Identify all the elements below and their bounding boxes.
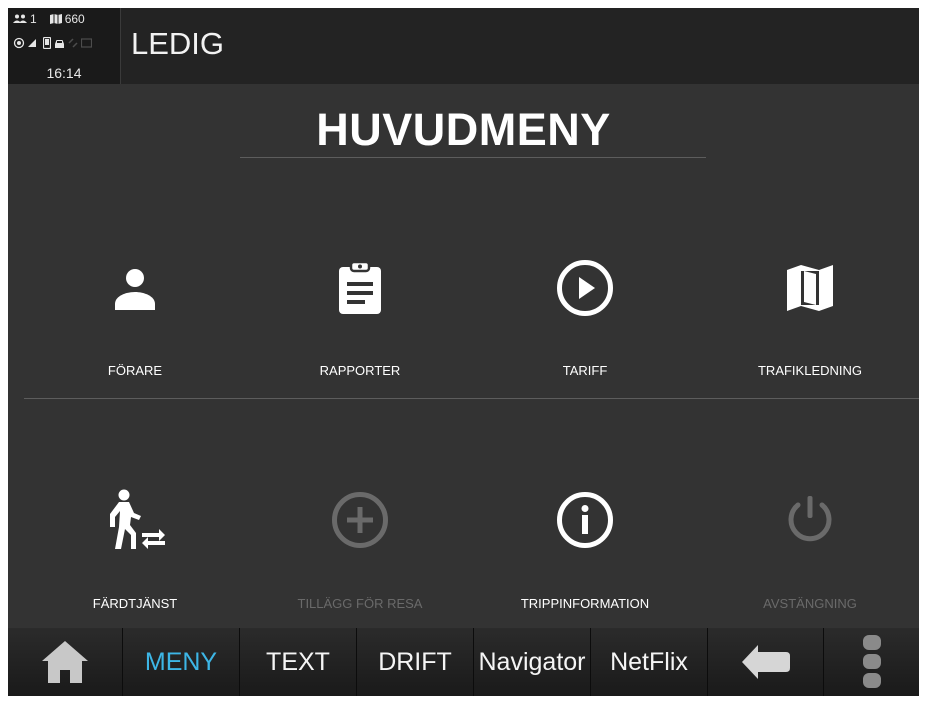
status-title: LEDIG bbox=[131, 26, 225, 61]
menu-item-label: TRAFIKLEDNING bbox=[757, 363, 862, 378]
map-icon bbox=[787, 265, 833, 311]
clock: 16:14 bbox=[46, 65, 82, 81]
status-indicators: 1 660 16:14 bbox=[8, 8, 121, 84]
info-circle-icon bbox=[557, 492, 613, 548]
title-divider bbox=[240, 157, 706, 158]
gps-icon bbox=[13, 37, 25, 49]
tab-text[interactable]: TEXT bbox=[240, 628, 357, 696]
menu-item-label: TILLÄGG FÖR RESA bbox=[297, 596, 423, 611]
page-title: HUVUDMENY bbox=[316, 104, 611, 155]
row-divider bbox=[24, 398, 919, 399]
phone-icon bbox=[43, 37, 51, 49]
status-row-icons bbox=[13, 37, 92, 49]
tab-navigator[interactable]: Navigator bbox=[474, 628, 591, 696]
back-button[interactable] bbox=[708, 628, 824, 696]
person-icon bbox=[115, 269, 155, 310]
menu-item-forare[interactable]: FÖRARE bbox=[30, 248, 240, 428]
home-icon bbox=[42, 641, 88, 683]
map-small-icon bbox=[49, 14, 62, 24]
bottom-nav: MENY TEXT DRIFT Navigator NetFlix bbox=[8, 628, 919, 696]
menu-item-label: FÖRARE bbox=[107, 363, 163, 378]
menu-item-label: FÄRDTJÄNST bbox=[92, 596, 178, 611]
play-circle-icon bbox=[557, 260, 613, 316]
tab-netflix[interactable]: NetFlix bbox=[591, 628, 708, 696]
tab-meny[interactable]: MENY bbox=[123, 628, 240, 696]
add-circle-icon bbox=[332, 492, 388, 548]
power-icon bbox=[788, 496, 832, 542]
menu-item-tariff[interactable]: TARIFF bbox=[480, 248, 690, 428]
passengers-icon bbox=[13, 14, 27, 23]
taxi-car-icon bbox=[55, 39, 64, 48]
clipboard-icon bbox=[339, 260, 381, 314]
connection-off-icon bbox=[68, 38, 78, 48]
taxi-meter-screen: 1 660 16:14 LEDIG HUVUDMENY FÖRARE RAPPO… bbox=[8, 8, 919, 696]
passenger-count: 1 bbox=[30, 12, 37, 26]
menu-item-label: AVSTÄNGNING bbox=[763, 596, 857, 611]
back-arrow-icon bbox=[741, 645, 790, 679]
tab-drift[interactable]: DRIFT bbox=[357, 628, 474, 696]
message-off-icon bbox=[81, 38, 92, 48]
walking-transfer-icon bbox=[110, 489, 165, 549]
menu-item-trafikledning[interactable]: TRAFIKLEDNING bbox=[705, 248, 915, 428]
menu-item-label: TRIPPINFORMATION bbox=[520, 596, 650, 611]
menu-item-rapporter[interactable]: RAPPORTER bbox=[255, 248, 465, 428]
status-bar: 1 660 16:14 LEDIG bbox=[8, 8, 919, 84]
menu-item-label: TARIFF bbox=[562, 363, 608, 378]
home-button[interactable] bbox=[8, 628, 123, 696]
signal-icon bbox=[28, 39, 36, 47]
more-vertical-icon bbox=[862, 635, 881, 688]
status-row-top: 1 660 bbox=[13, 12, 85, 26]
more-button[interactable] bbox=[824, 628, 919, 696]
map-count: 660 bbox=[64, 12, 85, 26]
menu-item-label: RAPPORTER bbox=[319, 363, 401, 378]
